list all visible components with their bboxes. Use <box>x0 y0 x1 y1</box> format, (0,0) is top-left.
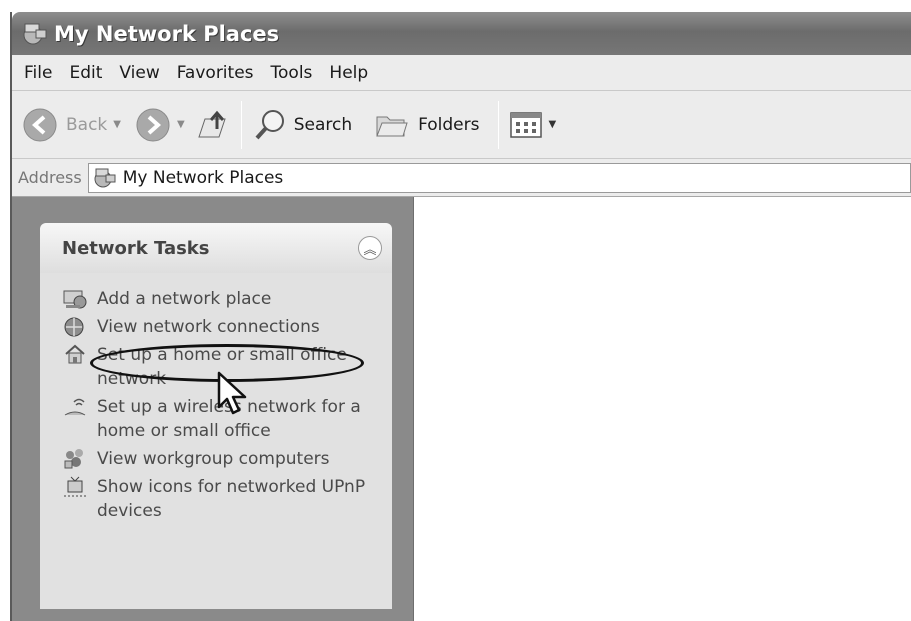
network-places-icon <box>94 168 116 187</box>
menu-favorites[interactable]: Favorites <box>177 63 254 83</box>
views-dropdown-icon[interactable]: ▼ <box>549 119 557 130</box>
back-button[interactable]: Back ▼ <box>22 107 127 143</box>
task-view-workgroup-computers[interactable]: View workgroup computers <box>40 447 392 471</box>
network-places-icon <box>23 23 47 44</box>
up-folder-button[interactable] <box>195 107 231 143</box>
task-home-network-setup[interactable]: Set up a home or small office network <box>40 343 392 391</box>
task-label: Add a network place <box>97 289 272 309</box>
forward-button[interactable]: ▼ <box>135 107 191 143</box>
search-button[interactable]: Search <box>252 107 352 143</box>
task-label: View network connections <box>97 317 320 337</box>
folders-icon <box>376 116 408 136</box>
upnp-devices-icon <box>62 475 88 499</box>
forward-dropdown-icon[interactable]: ▼ <box>177 119 185 130</box>
network-connections-icon <box>62 315 88 339</box>
address-value: My Network Places <box>122 167 284 188</box>
task-label: Show icons for networked UPnP devices <box>97 477 366 521</box>
back-dropdown-icon[interactable]: ▼ <box>113 119 121 130</box>
search-label: Search <box>293 114 353 135</box>
home-network-setup-icon <box>62 343 88 367</box>
toolbar: Back ▼ ▼ Search Folders ▼ <box>12 91 911 159</box>
folders-button[interactable]: Folders <box>374 109 480 141</box>
main-area: Network Tasks ︽ Add a network place View… <box>12 197 911 621</box>
workgroup-computers-icon <box>62 447 88 471</box>
toolbar-separator <box>240 100 242 149</box>
address-label: Address <box>18 168 82 187</box>
network-tasks-title: Network Tasks <box>62 237 210 259</box>
task-label: View workgroup computers <box>97 449 330 469</box>
address-input[interactable]: My Network Places <box>87 162 911 193</box>
task-show-upnp-devices[interactable]: Show icons for networked UPnP devices <box>40 475 392 523</box>
mouse-pointer-icon <box>217 371 247 415</box>
toolbar-separator <box>497 100 499 149</box>
menu-bar: File Edit View Favorites Tools Help <box>12 55 911 91</box>
views-icon <box>509 111 542 138</box>
menu-view[interactable]: View <box>119 63 159 83</box>
views-button[interactable]: ▼ <box>509 110 563 140</box>
collapse-chevron-icon[interactable]: ︽ <box>358 236 382 260</box>
window-title: My Network Places <box>54 21 280 46</box>
back-arrow-icon <box>23 108 57 141</box>
add-network-place-icon <box>62 287 88 311</box>
search-icon <box>255 109 284 139</box>
wireless-network-icon <box>62 395 88 419</box>
folders-label: Folders <box>418 114 480 135</box>
network-tasks-list: Add a network place View network connect… <box>40 273 392 609</box>
task-wireless-network-setup[interactable]: Set up a wireless network for a home or … <box>40 395 392 443</box>
task-view-network-connections[interactable]: View network connections <box>40 315 392 339</box>
explorer-window: My Network Places File Edit View Favorit… <box>10 12 911 621</box>
address-bar: Address My Network Places <box>12 159 911 197</box>
menu-file[interactable]: File <box>24 63 52 83</box>
up-folder-icon <box>197 110 226 137</box>
back-label: Back <box>66 114 108 135</box>
menu-edit[interactable]: Edit <box>69 63 102 83</box>
forward-arrow-icon <box>136 108 170 141</box>
menu-help[interactable]: Help <box>329 63 368 83</box>
network-tasks-panel: Network Tasks ︽ Add a network place View… <box>40 223 392 609</box>
task-add-network-place[interactable]: Add a network place <box>40 287 392 311</box>
task-pane: Network Tasks ︽ Add a network place View… <box>12 197 414 621</box>
network-tasks-header[interactable]: Network Tasks ︽ <box>40 223 392 273</box>
title-bar[interactable]: My Network Places <box>12 12 911 55</box>
content-area[interactable] <box>414 197 911 621</box>
menu-tools[interactable]: Tools <box>271 63 313 83</box>
